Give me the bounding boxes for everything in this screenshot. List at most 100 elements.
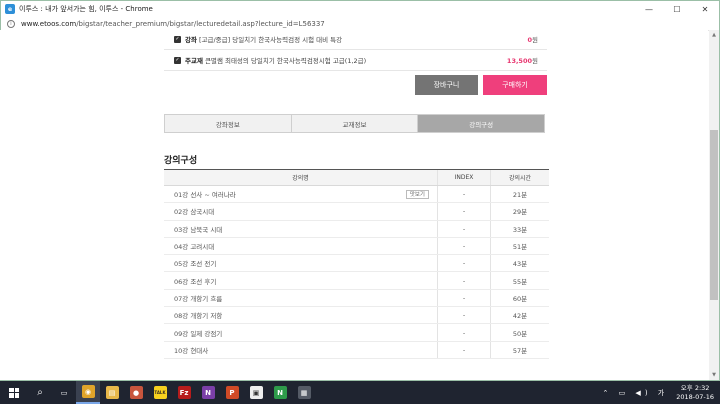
- info-icon[interactable]: i: [7, 19, 15, 28]
- buy-button[interactable]: 구매하기: [483, 75, 547, 95]
- title-bar: e 이투스 : 내가 앞서가는 힘, 이투스 - Chrome — ☐ ✕: [1, 1, 719, 17]
- lecture-duration: 21분: [512, 191, 528, 200]
- lecture-index: -: [438, 203, 491, 220]
- preview-button[interactable]: 맛보기: [405, 189, 429, 199]
- lecture-title-text: 10강 현대사: [174, 346, 209, 355]
- powerpoint-icon: P: [225, 386, 239, 399]
- url-text[interactable]: www.etoos.com/bigstar/teacher_premium/bi…: [21, 20, 325, 28]
- taskbar-onenote[interactable]: N: [196, 381, 220, 404]
- lecture-title-text: 03강 남북국 시대: [174, 225, 223, 234]
- start-button[interactable]: [0, 381, 28, 404]
- taskbar-filezilla[interactable]: Fz: [172, 381, 196, 404]
- taskbar-kakaotalk[interactable]: TALK: [148, 381, 172, 404]
- app-palette-icon: ●: [129, 386, 143, 399]
- kakaotalk-icon: TALK: [153, 386, 167, 399]
- table-row: 02강 삼국시대 - 29분: [164, 203, 549, 221]
- scroll-up-arrow-icon[interactable]: ▲: [709, 30, 719, 40]
- scroll-down-arrow-icon[interactable]: ▼: [709, 370, 719, 380]
- taskbar-task-view[interactable]: ▭: [52, 381, 76, 404]
- lecture-title-text: 01강 선사 ~ 여러나라: [174, 191, 236, 200]
- lecture-title-text: 09강 일제 강점기: [174, 329, 223, 338]
- lecture-title: 06강 조선 후기: [164, 272, 438, 289]
- page-scrollbar[interactable]: ▲ ▼: [709, 30, 719, 380]
- close-button[interactable]: ✕: [691, 1, 719, 17]
- table-row: 09강 일제 강점기 - 50분: [164, 324, 549, 342]
- search-button[interactable]: ⌕: [28, 381, 52, 404]
- window-controls: — ☐ ✕: [635, 1, 719, 17]
- lecture-title: 08강 개항기 저항: [164, 307, 438, 324]
- etoos-app-icon: e: [5, 4, 15, 14]
- lecture-duration: 43분: [512, 260, 528, 269]
- clock[interactable]: 오후 2:32 2018-07-16: [676, 384, 714, 402]
- taskbar-app-green[interactable]: N: [268, 381, 292, 404]
- page-viewport: ✓ 강좌 [고급/중급] 당일치기 한국사능력검정 시험 대비 특강 0원 ✓ 주교재 큰별…: [0, 30, 708, 380]
- clock-date: 2018-07-16: [676, 392, 714, 401]
- option-divider: [164, 49, 547, 50]
- table-header: 강의명 INDEX 강의시간: [164, 170, 549, 186]
- minimize-button[interactable]: —: [635, 1, 663, 17]
- app-white-icon: ▣: [249, 386, 263, 399]
- header-index: INDEX: [438, 170, 491, 185]
- lecture-index: -: [438, 272, 491, 289]
- lecture-title: 01강 선사 ~ 여러나라 맛보기: [164, 186, 438, 203]
- taskbar: ⌕ ▭ ◉ ▤ ● TALK Fz N P ▣ N ▦ ⌃ ▭ ◀) 가 오후 2:32 2018-…: [0, 381, 720, 404]
- lecture-title-text: 04강 고려시대: [174, 243, 215, 252]
- lecture-duration: 42분: [512, 312, 528, 321]
- add-to-cart-button[interactable]: 장바구니: [415, 75, 478, 95]
- tab-lecture-info[interactable]: 강좌정보: [165, 115, 292, 132]
- lecture-title-text: 05강 조선 전기: [174, 260, 217, 269]
- app-green-icon: N: [273, 386, 287, 399]
- table-row: 04강 고려시대 - 51분: [164, 237, 549, 256]
- lecture-index: -: [438, 255, 491, 272]
- lecture-title: 10강 현대사: [164, 341, 438, 358]
- checkbox-checked-icon[interactable]: ✓: [174, 35, 181, 43]
- table-row: 10강 현대사 - 57분: [164, 341, 549, 359]
- taskbar-file-explorer[interactable]: ▤: [100, 381, 124, 404]
- taskbar-app-palette[interactable]: ●: [124, 381, 148, 404]
- taskbar-apps: ▭ ◉ ▤ ● TALK Fz N P ▣ N ▦: [52, 381, 316, 404]
- lecture-title: 07강 개항기 흐름: [164, 289, 438, 307]
- option-divider: [164, 70, 547, 71]
- section-title: 강의구성: [164, 156, 198, 166]
- lecture-title-text: 06강 조선 후기: [174, 277, 217, 286]
- lecture-duration: 51분: [512, 243, 528, 252]
- header-lecture-name: 강의명: [164, 170, 438, 185]
- address-bar[interactable]: i www.etoos.com/bigstar/teacher_premium/…: [1, 17, 719, 31]
- lecture-title-text: 08강 개항기 저항: [174, 312, 223, 321]
- tray-icons[interactable]: ⌃ ▭ ◀) 가: [603, 388, 669, 398]
- task-view-icon: ▭: [57, 386, 71, 399]
- lecture-duration: 33분: [512, 225, 528, 234]
- taskbar-calculator[interactable]: ▦: [292, 381, 316, 404]
- taskbar-app-white[interactable]: ▣: [244, 381, 268, 404]
- lecture-index: -: [438, 237, 491, 255]
- lecture-title: 09강 일제 강점기: [164, 324, 438, 341]
- lecture-title: 04강 고려시대: [164, 237, 438, 255]
- lecture-duration: 29분: [512, 208, 528, 217]
- chrome-icon: ◉: [81, 385, 95, 398]
- option-name: [고급/중급] 당일치기 한국사능력검정 시험 대비 특강: [198, 36, 343, 44]
- maximize-button[interactable]: ☐: [663, 1, 691, 17]
- lecture-title-text: 07강 개항기 흐름: [174, 294, 223, 303]
- table-row: 05강 조선 전기 - 43분: [164, 255, 549, 273]
- tab-curriculum[interactable]: 강의구성: [418, 115, 545, 132]
- checkbox-checked-icon[interactable]: ✓: [174, 56, 181, 64]
- calculator-icon: ▦: [297, 386, 311, 399]
- lecture-table: 강의명 INDEX 강의시간 01강 선사 ~ 여러나라 맛보기 -21분 02강 삼…: [164, 169, 549, 359]
- url-host: www.etoos.com: [21, 19, 77, 28]
- lecture-index: -: [438, 324, 491, 341]
- price-unit: 원: [532, 36, 538, 44]
- detail-tabs: 강좌정보 교재정보 강의구성: [164, 114, 545, 133]
- windows-logo-icon: [9, 387, 19, 398]
- system-tray: ⌃ ▭ ◀) 가 오후 2:32 2018-07-16: [603, 381, 715, 404]
- table-row: 07강 개항기 흐름 - 60분: [164, 289, 549, 308]
- window-title: 이투스 : 내가 앞서가는 힘, 이투스 - Chrome: [19, 5, 153, 13]
- scrollbar-thumb[interactable]: [710, 130, 718, 300]
- tab-textbook-info[interactable]: 교재정보: [291, 115, 419, 132]
- file-explorer-icon: ▤: [105, 386, 119, 399]
- option-type: 강좌: [185, 36, 197, 44]
- taskbar-powerpoint[interactable]: P: [220, 381, 244, 404]
- clock-time: 오후 2:32: [680, 383, 710, 392]
- taskbar-chrome[interactable]: ◉: [76, 381, 100, 404]
- table-row: 01강 선사 ~ 여러나라 맛보기 - 21분: [164, 186, 549, 204]
- onenote-icon: N: [201, 386, 215, 399]
